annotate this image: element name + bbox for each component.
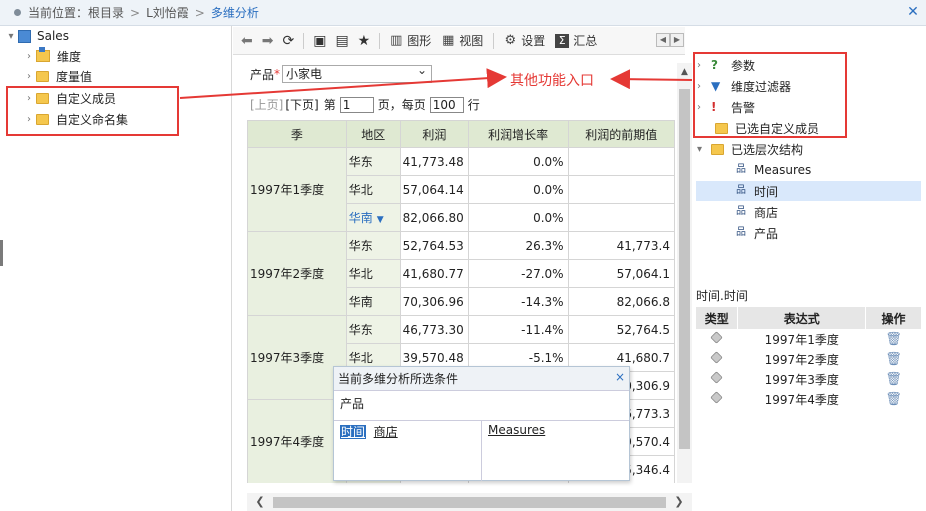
- annotation-label: 其他功能入口: [510, 73, 594, 89]
- annotation-arrow-left: [179, 68, 507, 99]
- annotation-arrow-right: [610, 69, 693, 90]
- annotation-arrows: [179, 68, 693, 99]
